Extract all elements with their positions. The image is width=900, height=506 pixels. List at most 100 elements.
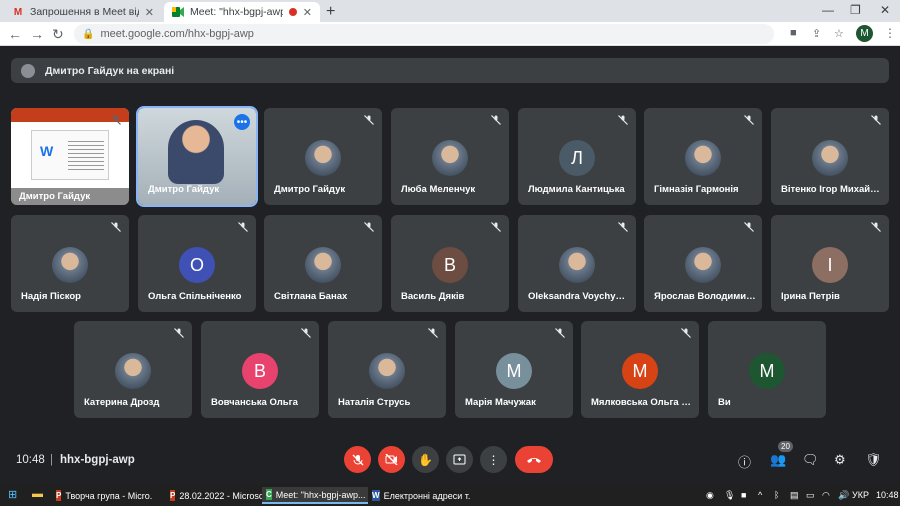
address-bar: ← → ↻ 🔒 meet.google.com/hhx-bgpj-awp ■ ⇪…: [0, 22, 900, 46]
participant-name: Люба Меленчук: [401, 184, 476, 195]
taskbar-item-label: Електронні адреси т...: [383, 490, 470, 501]
close-tab-icon[interactable]: ✕: [145, 6, 154, 19]
meeting-code: hhx-bgpj-awp: [60, 454, 135, 466]
present-button[interactable]: [446, 446, 473, 473]
muted-mic-icon: [871, 222, 881, 232]
participant-tile[interactable]: В Василь Дяків: [391, 215, 509, 312]
camera-feed: [168, 120, 224, 184]
browser-tab-strip: M Запрошення в Meet від корист ✕ Meet: "…: [0, 0, 900, 22]
camera-tray-icon[interactable]: ■: [741, 490, 746, 500]
taskbar-item-label: 28.02.2022 - Microsof...: [179, 490, 266, 501]
bluetooth-icon[interactable]: ᛒ: [774, 490, 779, 500]
participant-tile[interactable]: М Мялковська Ольга Ярославівна: [581, 321, 699, 418]
participant-tile[interactable]: Вітенко Ігор Михайлович: [771, 108, 889, 205]
network-icon[interactable]: ▤: [790, 490, 799, 501]
participant-tile[interactable]: М Марія Мачужак: [455, 321, 573, 418]
participant-tile[interactable]: Надія Піскор: [11, 215, 129, 312]
taskbar-item[interactable]: W Електронні адреси т...: [368, 487, 470, 504]
restore-icon[interactable]: ❐: [850, 3, 861, 17]
camera-indicator-icon[interactable]: ■: [790, 27, 797, 39]
muted-mic-icon: [681, 328, 691, 338]
url-field[interactable]: 🔒 meet.google.com/hhx-bgpj-awp: [74, 24, 774, 44]
info-icon[interactable]: ⓘ: [738, 452, 751, 471]
reload-icon[interactable]: ↻: [52, 26, 64, 43]
microphone-tray-icon[interactable]: 🎙: [724, 490, 735, 501]
more-options-button[interactable]: ⋮: [480, 446, 507, 473]
participant-tile[interactable]: Гімназія Гармонія: [644, 108, 762, 205]
participant-name: Oleksandra Voychyshyn: [528, 291, 630, 302]
participant-tile[interactable]: Л Людмила Кантицька: [518, 108, 636, 205]
language-indicator[interactable]: УКР: [852, 490, 869, 500]
participant-tile[interactable]: В Вовчанська Ольга: [201, 321, 319, 418]
participant-tile[interactable]: Дмитро Гайдук: [264, 108, 382, 205]
avatar: [685, 247, 721, 283]
participant-tile[interactable]: W Дмитро Гайдук: [11, 108, 129, 205]
taskbar-item[interactable]: P 28.02.2022 - Microsof...: [166, 487, 266, 504]
volume-icon[interactable]: 🔊: [838, 490, 849, 501]
leave-call-button[interactable]: [515, 446, 553, 473]
participant-tile[interactable]: Oleksandra Voychyshyn: [518, 215, 636, 312]
avatar: [305, 247, 341, 283]
host-controls-icon[interactable]: 🛡: [865, 452, 882, 468]
viber-icon[interactable]: ◉: [706, 490, 714, 501]
taskbar-clock[interactable]: 10:48: [876, 490, 899, 500]
participant-tile[interactable]: Люба Меленчук: [391, 108, 509, 205]
chat-icon[interactable]: 🗨: [802, 452, 819, 468]
participant-tile[interactable]: Ярослав Володимирович: [644, 215, 762, 312]
forward-icon[interactable]: →: [30, 26, 44, 42]
muted-mic-icon: [174, 328, 184, 338]
muted-mic-icon: [111, 115, 121, 125]
participant-tile[interactable]: Наталія Струсь: [328, 321, 446, 418]
mic-off-button[interactable]: [344, 446, 371, 473]
profile-avatar[interactable]: M: [856, 25, 873, 42]
tile-options-icon[interactable]: •••: [234, 114, 250, 130]
battery-icon[interactable]: ▭: [806, 490, 815, 501]
camera-off-button[interactable]: [378, 446, 405, 473]
people-icon[interactable]: 👥: [770, 452, 786, 468]
taskbar-item-label: Meet: "hhx-bgpj-awp...: [275, 489, 366, 500]
taskbar-item[interactable]: C Meet: "hhx-bgpj-awp...: [262, 487, 368, 504]
new-tab-button[interactable]: +: [326, 3, 335, 21]
participant-tile[interactable]: Катерина Дрозд: [74, 321, 192, 418]
gmail-icon: M: [13, 6, 23, 18]
participant-name: Василь Дяків: [401, 291, 465, 302]
hang-up-icon: [527, 457, 541, 463]
muted-mic-icon: [301, 328, 311, 338]
taskbar-item[interactable]: P Творча група - Micro...: [52, 487, 152, 504]
participant-name: Ви: [718, 397, 731, 408]
back-icon[interactable]: ←: [8, 26, 22, 42]
participant-tile[interactable]: ••• Дмитро Гайдук: [136, 106, 258, 207]
raise-hand-button[interactable]: ✋: [412, 446, 439, 473]
participant-tile[interactable]: О Ольга Спільніченко: [138, 215, 256, 312]
camera-off-icon: [385, 454, 398, 465]
wifi-icon[interactable]: ◠: [822, 490, 830, 501]
close-window-icon[interactable]: ✕: [880, 3, 890, 17]
tab-title: Запрошення в Meet від корист: [30, 6, 139, 18]
avatar: [21, 63, 35, 78]
presenting-banner[interactable]: Дмитро Гайдук на екрані: [11, 58, 889, 83]
participant-tile[interactable]: І Ірина Петрів: [771, 215, 889, 312]
avatar: М: [496, 353, 532, 389]
close-tab-icon[interactable]: ✕: [303, 6, 312, 19]
participants-count-badge: 20: [778, 441, 793, 452]
share-icon[interactable]: ⇪: [812, 27, 821, 40]
lock-icon: 🔒: [82, 28, 95, 40]
star-icon[interactable]: ☆: [834, 27, 844, 40]
avatar: Л: [559, 140, 595, 176]
avatar: І: [812, 247, 848, 283]
meet-icon: [172, 6, 184, 18]
file-explorer-icon[interactable]: ▬: [32, 488, 43, 500]
avatar: [559, 247, 595, 283]
tab-meet[interactable]: Meet: "hhx-bgpj-awp" ✕: [164, 2, 320, 22]
tray-expand-icon[interactable]: ^: [758, 490, 762, 500]
activities-icon[interactable]: ⚙: [834, 452, 846, 468]
tab-meet-invite[interactable]: M Запрошення в Meet від корист ✕: [4, 2, 162, 22]
participant-name: Мялковська Ольга Ярославівна: [591, 397, 693, 408]
minimize-icon[interactable]: —: [822, 3, 834, 17]
presenting-text: Дмитро Гайдук на екрані: [45, 64, 175, 77]
participant-tile[interactable]: М Ви: [708, 321, 826, 418]
windows-start-icon[interactable]: ⊞: [8, 488, 17, 501]
participant-tile[interactable]: Світлана Банах: [264, 215, 382, 312]
browser-menu-icon[interactable]: ⋮: [884, 26, 896, 40]
muted-mic-icon: [364, 222, 374, 232]
